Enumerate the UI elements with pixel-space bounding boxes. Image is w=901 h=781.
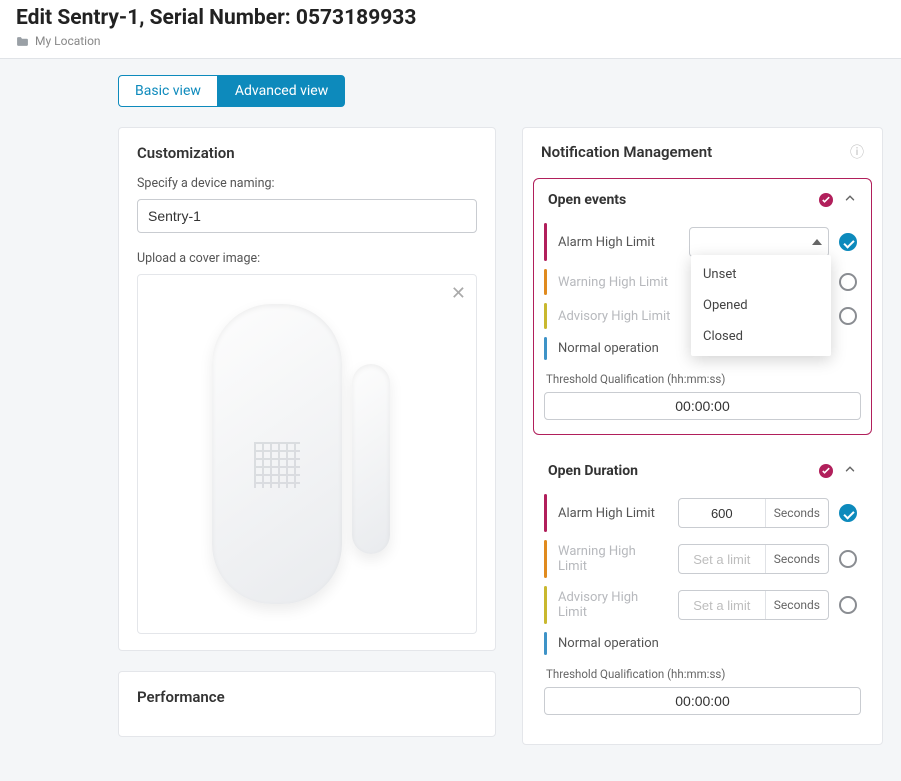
open-duration-warning-row: Warning High Limit Seconds [544,536,861,582]
section-open-duration-title: Open Duration [548,463,638,479]
tab-basic-view[interactable]: Basic view [118,75,218,107]
open-duration-alarm-toggle[interactable] [839,504,857,522]
open-events-limits: Alarm High Limit Unset Opened Closed [544,219,861,364]
open-events-alarm-toggle[interactable] [839,233,857,251]
open-duration-tq-label: Threshold Qualification (hh:mm:ss) [546,667,859,681]
cover-image-label: Upload a cover image: [137,251,477,266]
section-open-events: Open events Alarm High Limit [533,178,872,435]
status-badge-icon [819,464,833,478]
section-open-duration: Open Duration Alarm High Limit [533,449,872,730]
performance-title: Performance [137,688,477,706]
unit-label: Seconds [765,545,828,573]
open-duration-warning-input-wrap: Seconds [678,544,829,574]
open-events-warning-label: Warning High Limit [558,275,679,290]
tab-advanced-view[interactable]: Advanced view [218,75,345,107]
chevron-up-icon[interactable] [843,462,857,480]
open-duration-limits: Alarm High Limit Seconds Warning High Li… [544,490,861,659]
open-duration-warning-toggle[interactable] [839,550,857,568]
open-events-tq-input[interactable] [544,392,861,420]
unit-label: Seconds [765,499,828,527]
open-duration-advisory-toggle[interactable] [839,596,857,614]
view-tabs: Basic view Advanced view [118,75,345,107]
open-events-warning-toggle[interactable] [839,273,857,291]
open-duration-tq-input[interactable] [544,687,861,715]
open-events-alarm-label: Alarm High Limit [558,235,679,250]
cover-image-box[interactable]: ✕ [137,274,477,634]
open-duration-warning-input[interactable] [679,552,765,567]
dropdown-option-closed[interactable]: Closed [691,321,831,352]
info-icon[interactable]: ⓘ [850,142,864,162]
chevron-up-icon[interactable] [843,191,857,209]
open-events-alarm-dropdown-menu: Unset Opened Closed [691,255,831,356]
open-duration-warning-label: Warning High Limit [558,544,668,574]
open-duration-advisory-input[interactable] [679,598,765,613]
close-icon[interactable]: ✕ [451,283,466,304]
open-events-alarm-dropdown[interactable] [689,227,829,257]
notification-card: Notification Management ⓘ Open events [522,127,883,745]
dropdown-option-opened[interactable]: Opened [691,290,831,321]
open-duration-alarm-row: Alarm High Limit Seconds [544,490,861,536]
open-duration-advisory-label: Advisory High Limit [558,590,668,620]
section-open-events-title: Open events [548,192,626,208]
performance-card: Performance [118,671,496,737]
open-events-advisory-label: Advisory High Limit [558,309,679,324]
open-duration-alarm-input-wrap: Seconds [678,498,829,528]
device-naming-label: Specify a device naming: [137,176,477,191]
folder-icon [16,36,29,47]
customization-card: Customization Specify a device naming: U… [118,127,496,651]
customization-title: Customization [137,144,477,162]
open-duration-alarm-input[interactable] [679,506,765,521]
status-badge-icon [819,193,833,207]
open-events-advisory-toggle[interactable] [839,307,857,325]
open-duration-normal-row: Normal operation [544,628,861,659]
open-duration-advisory-input-wrap: Seconds [678,590,829,620]
device-naming-input[interactable] [137,199,477,233]
open-duration-normal-label: Normal operation [558,636,857,651]
unit-label: Seconds [765,591,828,619]
open-duration-alarm-label: Alarm High Limit [558,506,668,521]
caret-up-icon [812,239,822,245]
page-header: Edit Sentry-1, Serial Number: 0573189933… [0,0,901,59]
open-events-tq-label: Threshold Qualification (hh:mm:ss) [546,372,859,386]
page-title: Edit Sentry-1, Serial Number: 0573189933 [16,6,885,30]
breadcrumb-label: My Location [35,34,101,48]
dropdown-option-unset[interactable]: Unset [691,259,831,290]
device-illustration [202,294,412,614]
open-duration-advisory-row: Advisory High Limit Seconds [544,582,861,628]
breadcrumb[interactable]: My Location [16,34,885,48]
notification-title: Notification Management [541,143,712,161]
